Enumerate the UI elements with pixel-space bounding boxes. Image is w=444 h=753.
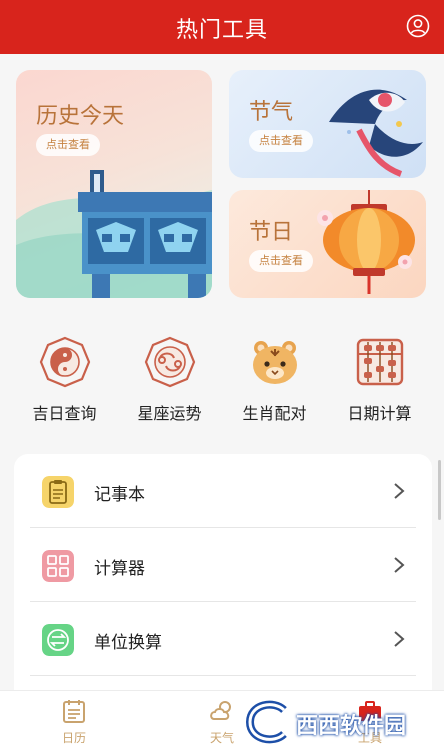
weather-icon <box>210 701 231 720</box>
yin-yang-icon <box>39 336 90 388</box>
quick-tool-auspicious-day[interactable]: 吉日查询 <box>9 336 120 424</box>
abacus-icon <box>356 338 403 386</box>
tool-list-item-unit-convert[interactable]: 单位换算 <box>14 602 432 676</box>
user-profile-icon[interactable] <box>406 14 430 38</box>
watermark-logo: 西西软件园 <box>244 700 440 746</box>
app-header: 热门工具 <box>0 0 444 54</box>
quick-tool-horoscope[interactable]: 星座运势 <box>114 336 225 424</box>
quick-tool-label: 生肖配对 <box>242 406 307 423</box>
chevron-right-icon <box>394 557 405 573</box>
festivals-card[interactable]: 节日 点击查看 <box>229 190 426 298</box>
swallow-kite-illustration <box>329 89 423 177</box>
lantern-illustration <box>317 190 415 294</box>
calculator-icon <box>42 550 74 582</box>
tiger-icon <box>252 341 297 384</box>
chevron-right-icon <box>394 483 405 499</box>
quick-tool-label: 吉日查询 <box>32 406 97 423</box>
tool-list-item-calculator[interactable]: 计算器 <box>14 528 432 602</box>
history-today-card[interactable]: 历史今天 点击查看 <box>16 70 212 298</box>
tab-label: 日历 <box>61 731 86 745</box>
tool-list-label: 单位换算 <box>94 633 162 652</box>
tool-list-card: 记事本 计算器 单位换算 <box>14 454 432 714</box>
tool-list-item-notepad[interactable]: 记事本 <box>14 454 432 528</box>
quick-tool-label: 星座运势 <box>137 406 202 423</box>
tool-list-label: 记事本 <box>94 485 145 504</box>
quick-tool-zodiac-match[interactable]: 生肖配对 <box>219 336 330 424</box>
calendar-icon <box>63 700 85 723</box>
chevron-right-icon <box>394 631 405 647</box>
list-divider <box>30 675 416 676</box>
quick-tool-date-calc[interactable]: 日期计算 <box>324 336 435 424</box>
unit-convert-icon <box>42 624 74 656</box>
watermark-c-icon <box>245 700 287 744</box>
quick-tools-row: 吉日查询 星座运势 生肖配对 日期计算 <box>0 336 444 436</box>
notepad-icon <box>42 476 74 508</box>
quick-tool-label: 日期计算 <box>347 406 412 423</box>
page-title: 热门工具 <box>175 17 268 42</box>
tab-calendar[interactable]: 日历 <box>0 697 148 746</box>
solar-terms-card[interactable]: 节气 点击查看 <box>229 70 426 178</box>
zodiac-icon <box>144 336 195 388</box>
scrollbar[interactable] <box>438 460 441 520</box>
watermark-text: 西西软件园 <box>296 713 407 738</box>
tool-list-label: 计算器 <box>94 559 145 578</box>
bronze-ding-illustration <box>16 170 212 298</box>
